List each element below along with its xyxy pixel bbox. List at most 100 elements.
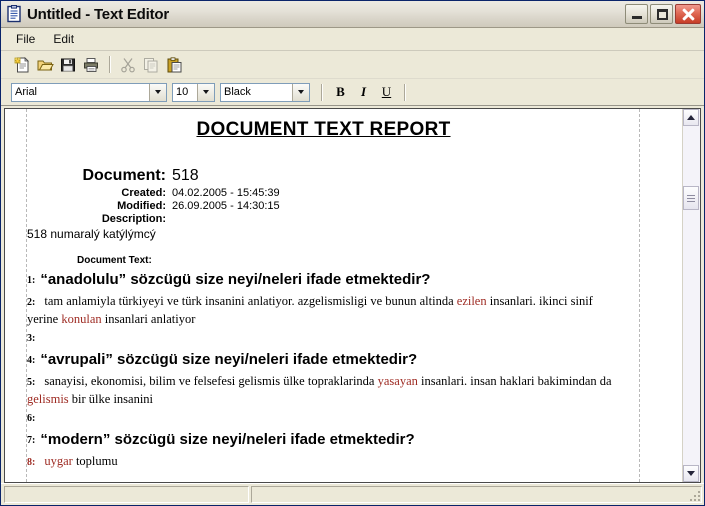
format-separator-1 [321, 83, 323, 101]
line-number: 1: [27, 275, 36, 286]
menu-bar: File Edit [1, 28, 704, 51]
font-family-select[interactable]: Arial [11, 82, 167, 102]
document-line: 7: “modern” sözcügü size neyi/neleri ifad… [27, 429, 682, 452]
open-folder-icon [37, 57, 54, 73]
save-button[interactable] [57, 54, 80, 76]
scrollbar-thumb[interactable] [683, 186, 699, 210]
document-line: 4: “avrupali” sözcügü size neyi/neleri if… [27, 349, 682, 372]
print-icon [83, 57, 100, 73]
meta-value-document: 518 [172, 167, 199, 184]
status-pane-left [4, 486, 249, 503]
line-text: sanayisi, ekonomisi, bilim ve felsefesi … [44, 374, 378, 388]
document-line: 2: tam anlamiyla türkiyeyi ve türk insani… [27, 293, 682, 328]
bold-button[interactable]: B [329, 82, 352, 103]
meta-label-description: Description: [101, 213, 166, 225]
window-title: Untitled - Text Editor [27, 5, 169, 23]
document-page[interactable]: DOCUMENT TEXT REPORT Document: 518 Creat… [5, 109, 682, 482]
cut-scissors-icon [120, 57, 137, 73]
new-document-button[interactable] [11, 54, 34, 76]
meta-value-modified: 26.09.2005 - 14:30:15 [172, 200, 280, 212]
copy-icon [143, 57, 160, 73]
document-line: 3: [27, 328, 682, 348]
line-text: insanlari. insan haklari bakimindan da [417, 374, 612, 388]
highlighted-term: konulan [61, 312, 102, 326]
line-number: 7: [27, 435, 36, 446]
line-text: “anadolulu” sözcügü size neyi/neleri ifa… [40, 271, 431, 288]
line-body: sanayisi, ekonomisi, bilim ve felsefesi … [27, 374, 612, 406]
status-bar [1, 483, 704, 505]
line-text: bir ülke insanini [68, 392, 154, 406]
line-body: “avrupali” sözcügü size neyi/neleri ifad… [40, 351, 417, 368]
close-button[interactable] [675, 4, 701, 24]
title-bar[interactable]: Untitled - Text Editor [1, 1, 704, 28]
menu-file[interactable]: File [7, 30, 44, 49]
new-document-icon [14, 56, 31, 73]
document-metadata: Document: 518 Created: 04.02.2005 - 15:4… [5, 167, 682, 225]
main-toolbar [1, 51, 704, 79]
meta-row-modified: Modified: 26.09.2005 - 14:30:15 [5, 200, 682, 212]
line-text: toplumu [72, 454, 118, 468]
document-text-lines: 1: “anadolulu” sözcügü size neyi/neleri i… [5, 269, 682, 471]
copy-button[interactable] [140, 54, 163, 76]
minimize-button[interactable] [625, 4, 648, 24]
font-size-value: 10 [176, 86, 189, 98]
scroll-down-arrow-icon[interactable] [683, 465, 699, 482]
status-pane-right [251, 486, 702, 503]
highlighted-term: ezilen [456, 294, 487, 308]
print-button[interactable] [80, 54, 103, 76]
scroll-up-arrow-icon[interactable] [683, 109, 699, 126]
highlighted-term: yasayan [377, 374, 418, 388]
underline-button[interactable]: U [375, 82, 398, 103]
meta-label-document: Document: [82, 167, 166, 184]
line-text: “modern” sözcügü size neyi/neleri ifade … [40, 431, 415, 448]
document-line: 8: uygar toplumu [27, 453, 682, 471]
meta-value-created: 04.02.2005 - 15:45:39 [172, 187, 280, 199]
vertical-scrollbar[interactable] [682, 109, 700, 482]
resize-grip-icon[interactable] [687, 488, 700, 501]
document-content: DOCUMENT TEXT REPORT Document: 518 Creat… [5, 109, 682, 471]
font-family-value: Arial [15, 86, 38, 98]
maximize-button[interactable] [650, 4, 673, 24]
line-number: 5: [27, 377, 36, 388]
line-number: 8: [27, 457, 36, 468]
italic-button[interactable]: I [352, 82, 375, 103]
meta-row-document: Document: 518 [5, 167, 682, 185]
highlighted-term: gelismis [27, 392, 69, 406]
line-number: 3: [27, 333, 36, 344]
line-text: tam anlamiyla türkiyeyi ve türk insanini… [44, 294, 457, 308]
text-editor-window: Untitled - Text Editor File Edit Arial 1… [0, 0, 705, 506]
menu-edit[interactable]: Edit [44, 30, 83, 49]
document-text-label: Document Text: [77, 255, 152, 266]
highlighted-term: uygar [44, 454, 73, 468]
font-color-value: Black [224, 86, 251, 98]
chevron-down-icon[interactable] [149, 83, 166, 101]
font-size-select[interactable]: 10 [172, 82, 215, 102]
line-number: 6: [27, 413, 36, 424]
format-toolbar: Arial 10 Black B I U [1, 79, 704, 106]
font-color-select[interactable]: Black [220, 82, 310, 102]
report-title: DOCUMENT TEXT REPORT [196, 119, 451, 140]
paste-button[interactable] [163, 54, 186, 76]
line-body: uygar toplumu [44, 454, 117, 468]
meta-row-description: Description: [5, 213, 682, 225]
document-line: 1: “anadolulu” sözcügü size neyi/neleri i… [27, 269, 682, 292]
document-line: 6: [27, 408, 682, 428]
line-body: “anadolulu” sözcügü size neyi/neleri ifa… [40, 271, 430, 288]
scrollbar-grip-icon [687, 193, 695, 204]
window-controls [625, 4, 701, 24]
line-text: insanlari anlatiyor [101, 312, 196, 326]
editor-area: DOCUMENT TEXT REPORT Document: 518 Creat… [4, 108, 701, 483]
document-line: 5: sanayisi, ekonomisi, bilim ve felsefes… [27, 373, 682, 408]
chevron-down-icon[interactable] [292, 83, 309, 101]
toolbar-separator [109, 56, 111, 73]
open-file-button[interactable] [34, 54, 57, 76]
cut-button[interactable] [117, 54, 140, 76]
line-body: tam anlamiyla türkiyeyi ve türk insanini… [27, 294, 593, 326]
paste-clipboard-icon [166, 56, 183, 73]
chevron-down-icon[interactable] [197, 83, 214, 101]
line-body: “modern” sözcügü size neyi/neleri ifade … [40, 431, 414, 448]
save-floppy-icon [60, 57, 77, 73]
line-text: “avrupali” sözcügü size neyi/neleri ifad… [40, 351, 418, 368]
format-separator-2 [404, 83, 406, 101]
document-clipboard-icon [5, 5, 23, 23]
